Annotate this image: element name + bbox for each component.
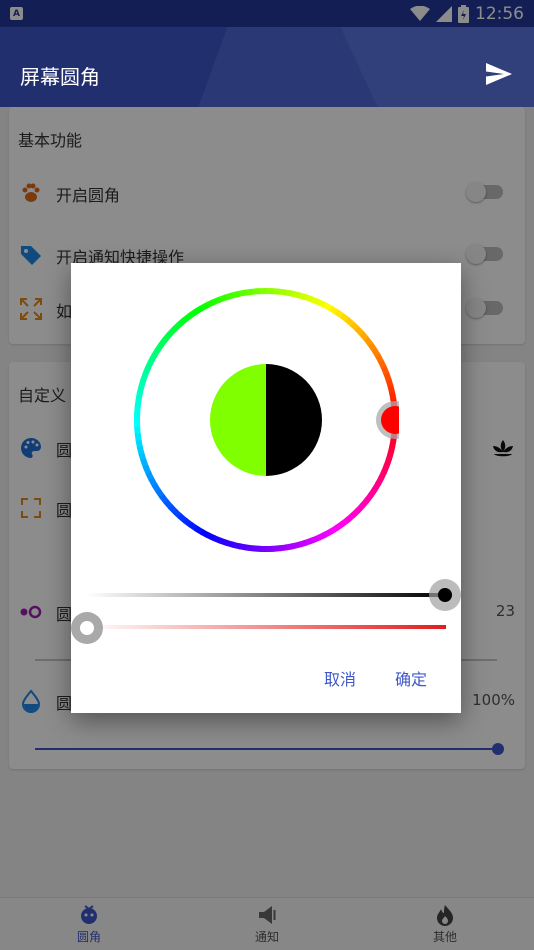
color-picker-dialog: 取消 确定 — [71, 263, 461, 713]
value-slider-track[interactable] — [86, 593, 446, 597]
app-title: 屏幕圆角 — [20, 65, 100, 89]
send-icon[interactable] — [486, 63, 512, 85]
value-slider-knob[interactable] — [438, 588, 452, 602]
ok-button[interactable]: 确定 — [395, 666, 427, 690]
hue-wheel[interactable] — [133, 287, 399, 553]
alpha-slider-knob[interactable] — [80, 621, 94, 635]
cancel-button[interactable]: 取消 — [324, 666, 356, 690]
alpha-slider-track[interactable] — [86, 625, 446, 629]
